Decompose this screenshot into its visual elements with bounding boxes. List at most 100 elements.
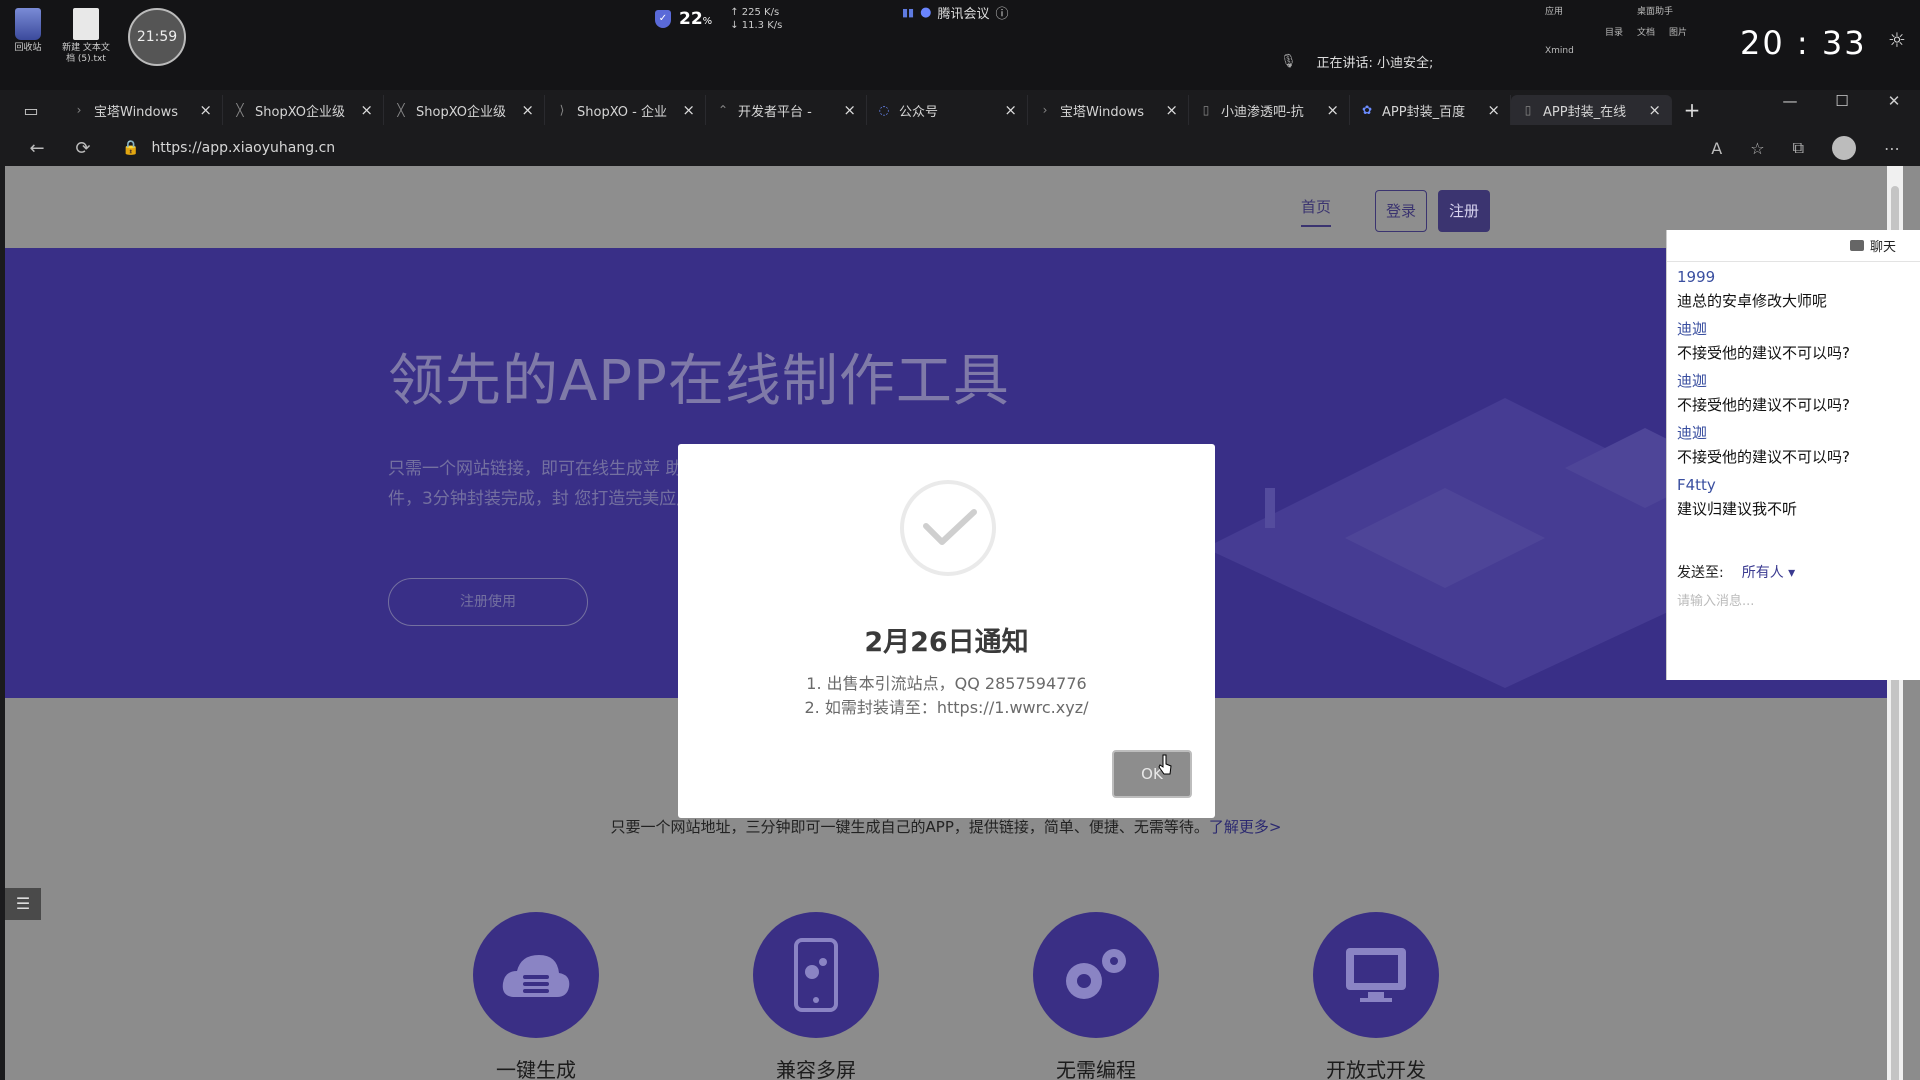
tab-xiaodi[interactable]: ▯ 小迪渗透吧-抗 × — [1189, 95, 1350, 125]
favorites-icon[interactable]: ☆ — [1750, 139, 1764, 158]
new-tab-button[interactable]: + — [1672, 98, 1712, 122]
chat-sender: 迪迦 — [1677, 320, 1708, 338]
tab-favicon-icon: › — [76, 103, 82, 117]
tab-favicon-icon: ◌ — [878, 103, 890, 117]
chat-message: 1999 迪总的安卓修改大师呢 — [1677, 266, 1920, 314]
apps-label[interactable]: 应用 — [1545, 4, 1563, 17]
tab-favicon-icon: ⌃ — [717, 103, 729, 117]
net-down: 11.3 — [741, 20, 765, 31]
tab-favicon-icon: ▯ — [1202, 103, 1210, 117]
close-tab-icon[interactable]: × — [521, 101, 534, 119]
performance-widget: ✓ 22% ↑ 225 K/s ↓ 11.3 K/s — [655, 4, 782, 34]
tab-favicon-icon: ╳ — [397, 103, 405, 117]
tab-label: 开发者平台 - — [738, 104, 812, 120]
cpu-percent: 22 — [679, 9, 703, 29]
send-to-select[interactable]: 所有人 ▾ — [1742, 562, 1795, 582]
close-window-icon[interactable]: ✕ — [1868, 90, 1920, 130]
chat-message: 迪迦不接受他的建议不可以吗? — [1677, 318, 1920, 366]
tab-shopxo-2[interactable]: ╳ ShopXO企业级 × — [384, 95, 545, 125]
maximize-icon[interactable]: ☐ — [1816, 90, 1868, 130]
nav-home-link[interactable]: 首页 — [1301, 196, 1332, 227]
browser-toolbar-right: A ☆ ⧉ ⋯ — [1711, 130, 1900, 166]
close-tab-icon[interactable]: × — [360, 101, 373, 119]
tab-official-account[interactable]: ◌ 公众号 × — [867, 95, 1028, 125]
intro-text: 只要一个网站地址，三分钟即可一键生成自己的APP，提供链接，简单、便捷、无需等待… — [610, 818, 1209, 836]
window-controls: — ☐ ✕ — [1764, 90, 1920, 130]
chat-message: F4tty 建议归建议我不听 — [1677, 474, 1920, 522]
text-file-shortcut[interactable]: 新建 文本文档 (5).txt — [58, 8, 114, 65]
chat-header: 聊天 — [1667, 230, 1920, 262]
close-tab-icon[interactable]: × — [1648, 101, 1661, 119]
register-use-button[interactable]: 注册使用 — [388, 578, 588, 626]
success-check-icon — [900, 480, 996, 576]
feature-one-click: 一键生成 — [456, 912, 616, 1080]
tab-label: APP封装_百度 — [1382, 104, 1466, 120]
side-menu-icon[interactable]: ☰ — [5, 888, 41, 920]
tab-label: ShopXO - 企业 — [577, 104, 667, 120]
profile-avatar[interactable] — [1832, 136, 1856, 160]
close-tab-icon[interactable]: × — [1326, 101, 1339, 119]
network-speed: ↑ 225 K/s ↓ 11.3 K/s — [730, 7, 783, 31]
phone-gear-icon — [753, 912, 879, 1038]
close-tab-icon[interactable]: × — [843, 101, 856, 119]
gears-icon — [1033, 912, 1159, 1038]
close-tab-icon[interactable]: × — [199, 101, 212, 119]
brightness-icon[interactable]: ☼ — [1888, 28, 1906, 52]
tab-shopxo-3[interactable]: ⟩ ShopXO - 企业 × — [545, 95, 706, 125]
tab-favicon-icon: ╳ — [236, 103, 244, 117]
chat-message: 迪迦 不接受他的建议不可以吗? — [1677, 370, 1920, 418]
ok-button[interactable]: OK — [1112, 750, 1192, 798]
dropdown-arrow-icon: ▾ — [1788, 565, 1796, 581]
desktop-strip: 回收站 新建 文本文档 (5).txt 21:59 ✓ 22% ↑ 225 K/… — [0, 0, 1920, 90]
collections-icon[interactable]: ⧉ — [1793, 138, 1804, 158]
read-aloud-icon[interactable]: A — [1711, 139, 1722, 158]
feature-label: 兼容多屏 — [776, 1058, 856, 1080]
chat-sender: 迪迦 — [1677, 424, 1708, 442]
net-up: 225 — [741, 7, 761, 18]
close-tab-icon[interactable]: × — [682, 101, 695, 119]
feature-open-development: 开放式开发 — [1296, 912, 1456, 1080]
meeting-dot-icon: ● — [920, 5, 932, 20]
tab-app-online[interactable]: ▯ APP封装_在线 × — [1511, 95, 1672, 125]
recycle-bin-icon — [15, 8, 41, 40]
xmind-label[interactable]: Xmind — [1545, 46, 1574, 56]
meeting-indicator[interactable]: ▮▮ ● 腾讯会议 ⓘ — [902, 3, 1008, 22]
tab-actions-icon[interactable]: ▭ — [0, 101, 62, 120]
tab-label: 宝塔Windows — [1060, 104, 1145, 120]
close-tab-icon[interactable]: × — [1004, 101, 1017, 119]
tab-baota-2[interactable]: › 宝塔Windows × — [1028, 95, 1189, 125]
info-icon[interactable]: ⓘ — [995, 3, 1008, 22]
chat-text: 不接受他的建议不可以吗? — [1677, 344, 1850, 362]
directory-label[interactable]: 目录 — [1605, 25, 1623, 38]
chat-text: 不接受他的建议不可以吗? — [1677, 396, 1850, 414]
more-icon[interactable]: ⋯ — [1884, 139, 1900, 158]
minimize-icon[interactable]: — — [1764, 90, 1816, 130]
tab-label: 小迪渗透吧-抗 — [1221, 104, 1304, 120]
net-unit-up: K/s — [764, 7, 780, 18]
login-button[interactable]: 登录 — [1375, 190, 1427, 232]
tab-shopxo-1[interactable]: ╳ ShopXO企业级 × — [223, 95, 384, 125]
url-field[interactable]: https://app.xiaoyuhang.cn — [151, 140, 335, 156]
dialog-message: 1. 出售本引流站点，QQ 2857594776 2. 如需封装请至：https… — [678, 672, 1215, 720]
lock-icon[interactable]: 🔒 — [122, 140, 139, 156]
documents-label[interactable]: 文档 — [1637, 25, 1655, 38]
close-tab-icon[interactable]: × — [1165, 101, 1178, 119]
recycle-bin-shortcut[interactable]: 回收站 — [0, 8, 56, 54]
register-button[interactable]: 注册 — [1438, 190, 1490, 232]
feature-multi-screen: 兼容多屏 — [736, 912, 896, 1080]
learn-more-link[interactable]: 了解更多> — [1209, 818, 1282, 836]
close-tab-icon[interactable]: × — [1487, 101, 1500, 119]
pictures-label[interactable]: 图片 — [1669, 25, 1687, 38]
refresh-icon[interactable]: ⟳ — [60, 138, 106, 159]
chat-icon — [1849, 240, 1864, 251]
send-to-label: 发送至: — [1677, 565, 1724, 581]
chat-input[interactable]: 请输入消息... — [1677, 590, 1754, 609]
tab-developer-platform[interactable]: ⌃ 开发者平台 - × — [706, 95, 867, 125]
text-file-label: 新建 文本文档 (5).txt — [62, 43, 110, 64]
desktop-assistant-label[interactable]: 桌面助手 — [1637, 4, 1673, 17]
tab-app-baidu[interactable]: ✿ APP封装_百度 × — [1350, 95, 1511, 125]
tab-label: 公众号 — [899, 104, 939, 120]
tab-baota-1[interactable]: › 宝塔Windows × — [62, 95, 223, 125]
cloud-icon — [473, 912, 599, 1038]
back-icon[interactable]: ← — [14, 138, 60, 159]
